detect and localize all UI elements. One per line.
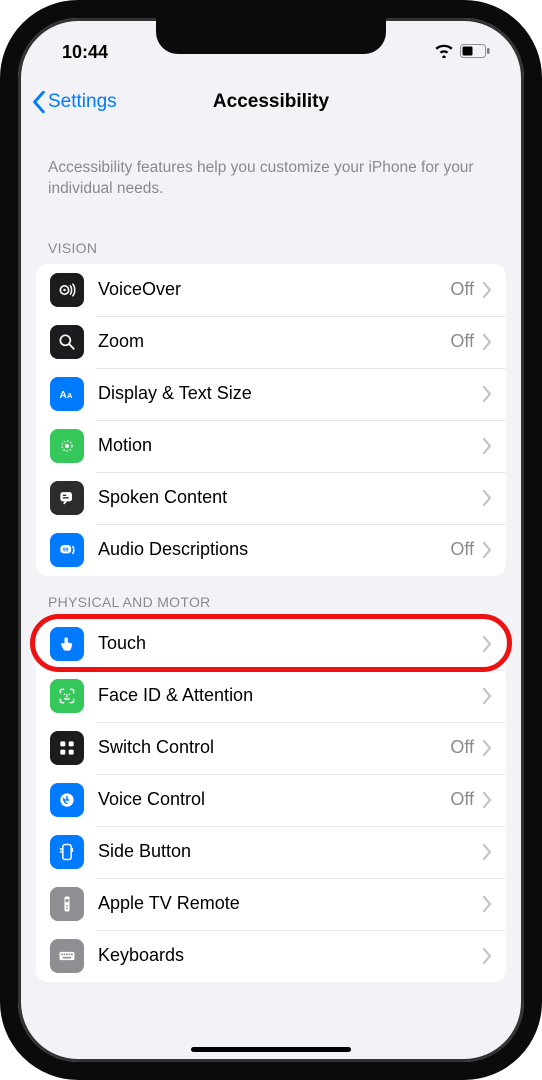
row-label: Touch	[98, 633, 482, 654]
row-label: VoiceOver	[98, 279, 450, 300]
chevron-right-icon	[482, 386, 492, 402]
row-detail: Off	[450, 737, 474, 758]
row-detail: Off	[450, 789, 474, 810]
row-label: Display & Text Size	[98, 383, 482, 404]
chevron-right-icon	[482, 542, 492, 558]
chevron-right-icon	[482, 740, 492, 756]
row-audio-descriptions[interactable]: 99 Audio Descriptions Off	[36, 524, 506, 576]
row-detail: Off	[450, 539, 474, 560]
row-label: Side Button	[98, 841, 482, 862]
chevron-right-icon	[482, 282, 492, 298]
spoken-content-icon	[50, 481, 84, 515]
section-header-vision: VISION	[18, 222, 524, 264]
tv-remote-icon	[50, 887, 84, 921]
row-voiceover[interactable]: VoiceOver Off	[36, 264, 506, 316]
row-label: Keyboards	[98, 945, 482, 966]
svg-text:A: A	[60, 390, 67, 401]
motion-icon	[50, 429, 84, 463]
row-display-text-size[interactable]: AA Display & Text Size	[36, 368, 506, 420]
row-label: Spoken Content	[98, 487, 482, 508]
row-label: Zoom	[98, 331, 450, 352]
row-side-button[interactable]: Side Button	[36, 826, 506, 878]
chevron-right-icon	[482, 334, 492, 350]
audio-descriptions-icon: 99	[50, 533, 84, 567]
keyboard-icon	[50, 939, 84, 973]
back-button[interactable]: Settings	[28, 85, 121, 119]
row-apple-tv-remote[interactable]: Apple TV Remote	[36, 878, 506, 930]
row-faceid-attention[interactable]: Face ID & Attention	[36, 670, 506, 722]
row-label: Face ID & Attention	[98, 685, 482, 706]
chevron-right-icon	[482, 490, 492, 506]
faceid-icon	[50, 679, 84, 713]
row-label: Voice Control	[98, 789, 450, 810]
zoom-icon	[50, 325, 84, 359]
chevron-right-icon	[482, 636, 492, 652]
content-scroll[interactable]: Accessibility features help you customiz…	[18, 132, 524, 1022]
group-vision: VoiceOver Off Zoom Off AA Display & Text…	[36, 264, 506, 576]
chevron-right-icon	[482, 844, 492, 860]
row-label: Audio Descriptions	[98, 539, 450, 560]
row-switch-control[interactable]: Switch Control Off	[36, 722, 506, 774]
side-button-icon	[50, 835, 84, 869]
svg-text:99: 99	[63, 548, 69, 554]
wifi-icon	[434, 42, 454, 63]
chevron-right-icon	[482, 792, 492, 808]
row-label: Apple TV Remote	[98, 893, 482, 914]
row-label: Switch Control	[98, 737, 450, 758]
row-keyboards[interactable]: Keyboards	[36, 930, 506, 982]
chevron-right-icon	[482, 438, 492, 454]
voice-control-icon	[50, 783, 84, 817]
switch-control-icon	[50, 731, 84, 765]
status-time: 10:44	[62, 42, 108, 62]
back-label: Settings	[48, 91, 117, 113]
chevron-left-icon	[32, 91, 46, 113]
row-label: Motion	[98, 435, 482, 456]
nav-bar: Settings Accessibility	[18, 72, 524, 132]
chevron-right-icon	[482, 688, 492, 704]
home-indicator[interactable]	[191, 1047, 351, 1052]
row-detail: Off	[450, 331, 474, 352]
phone-screen: 10:44 Settings Accessibility Accessibili…	[18, 18, 524, 1062]
row-touch[interactable]: Touch	[36, 618, 506, 670]
svg-text:A: A	[67, 391, 73, 400]
row-voice-control[interactable]: Voice Control Off	[36, 774, 506, 826]
row-zoom[interactable]: Zoom Off	[36, 316, 506, 368]
chevron-right-icon	[482, 896, 492, 912]
chevron-right-icon	[482, 948, 492, 964]
row-spoken-content[interactable]: Spoken Content	[36, 472, 506, 524]
battery-icon	[460, 42, 490, 63]
touch-icon	[50, 627, 84, 661]
group-physical: Touch Face ID & Attention Switch Control…	[36, 618, 506, 982]
intro-text: Accessibility features help you customiz…	[18, 132, 524, 222]
voiceover-icon	[50, 273, 84, 307]
section-header-physical: PHYSICAL AND MOTOR	[18, 576, 524, 618]
row-motion[interactable]: Motion	[36, 420, 506, 472]
row-detail: Off	[450, 279, 474, 300]
text-size-icon: AA	[50, 377, 84, 411]
